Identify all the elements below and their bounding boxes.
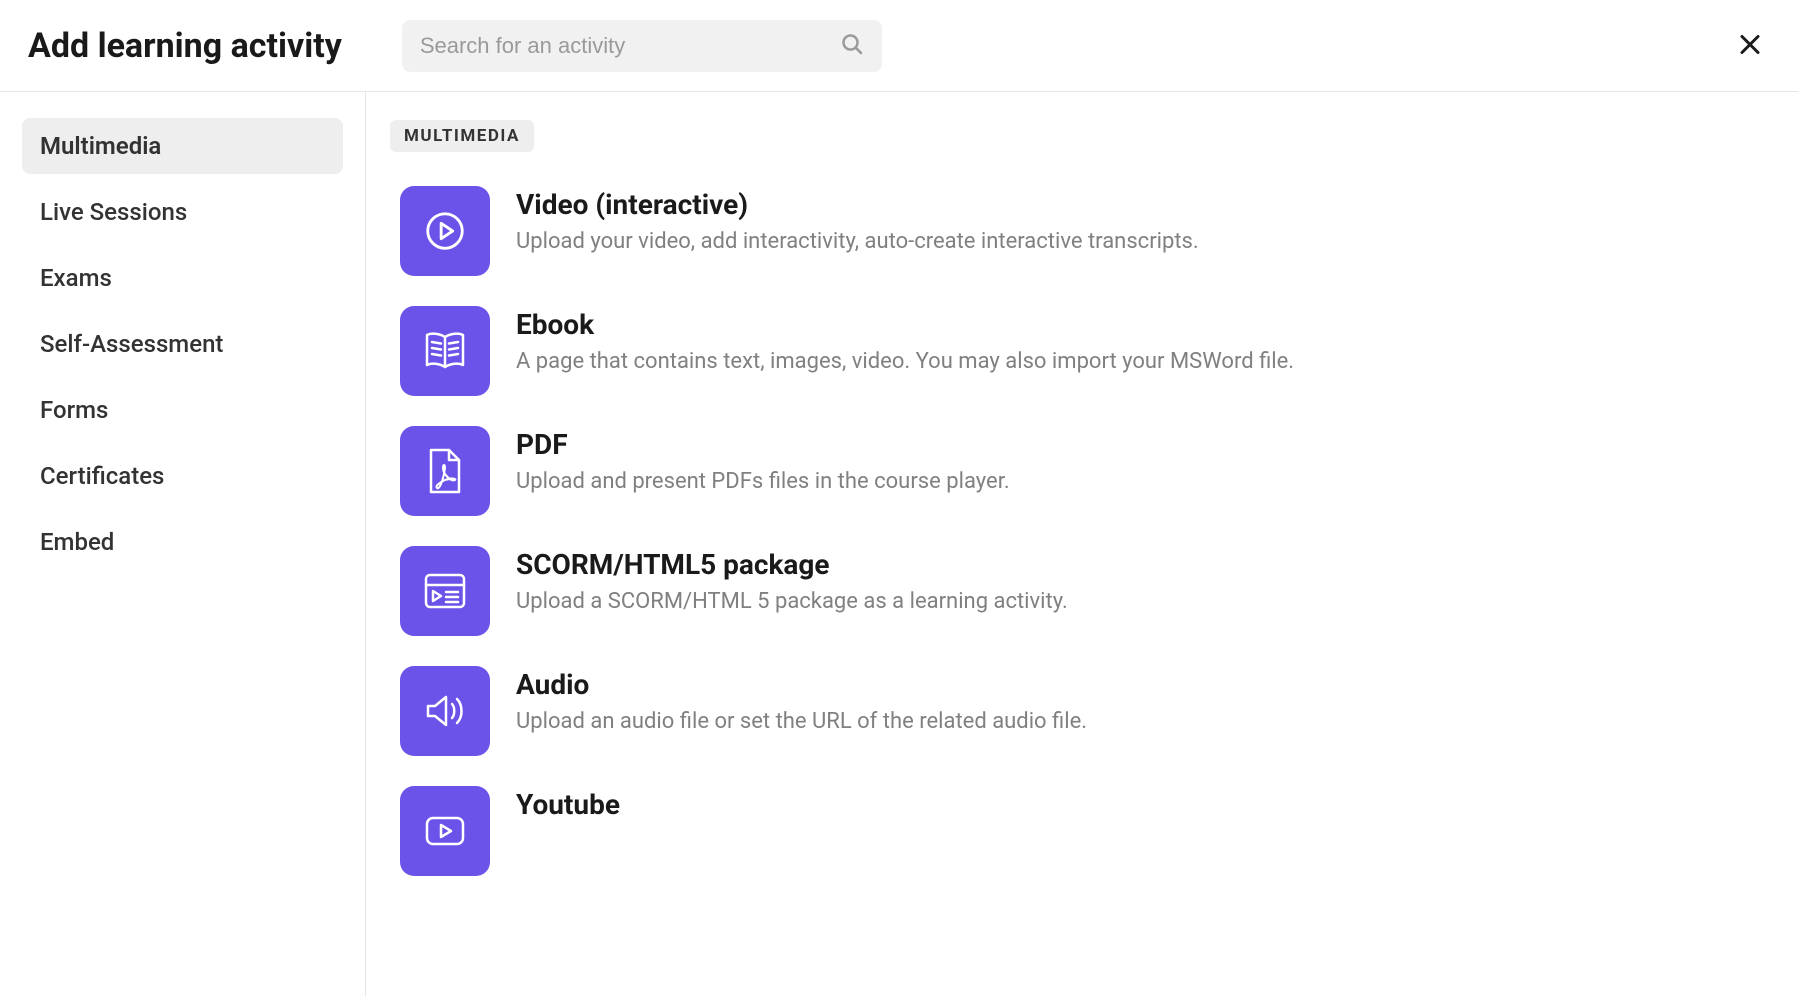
sidebar-item-label: Forms (40, 396, 108, 424)
activity-desc: Upload your video, add interactivity, au… (516, 227, 1199, 258)
sidebar-item-label: Live Sessions (40, 198, 187, 226)
sidebar-item-label: Multimedia (40, 132, 161, 160)
play-circle-icon (400, 186, 490, 276)
sidebar-item-label: Certificates (40, 462, 164, 490)
section-label: MULTIMEDIA (390, 120, 534, 152)
activity-pdf[interactable]: PDF Upload and present PDFs files in the… (390, 414, 1774, 528)
audio-icon (400, 666, 490, 756)
activity-text: PDF Upload and present PDFs files in the… (516, 426, 1010, 498)
book-icon (400, 306, 490, 396)
activity-audio[interactable]: Audio Upload an audio file or set the UR… (390, 654, 1774, 768)
youtube-icon (400, 786, 490, 876)
activity-scorm-html5[interactable]: SCORM/HTML5 package Upload a SCORM/HTML … (390, 534, 1774, 648)
activity-text: Youtube (516, 786, 620, 827)
sidebar-item-exams[interactable]: Exams (22, 250, 343, 306)
activity-text: SCORM/HTML5 package Upload a SCORM/HTML … (516, 546, 1068, 618)
close-icon (1738, 44, 1762, 59)
activity-title: Audio (516, 668, 1087, 701)
dialog-body: Multimedia Live Sessions Exams Self-Asse… (0, 92, 1798, 996)
activity-desc: A page that contains text, images, video… (516, 347, 1294, 378)
activity-desc: Upload an audio file or set the URL of t… (516, 707, 1087, 738)
activity-youtube[interactable]: Youtube (390, 774, 1774, 888)
sidebar-item-label: Embed (40, 528, 114, 556)
sidebar-item-live-sessions[interactable]: Live Sessions (22, 184, 343, 240)
sidebar-item-label: Self-Assessment (40, 330, 223, 358)
package-icon (400, 546, 490, 636)
activity-text: Video (interactive) Upload your video, a… (516, 186, 1199, 258)
activity-desc: Upload a SCORM/HTML 5 package as a learn… (516, 587, 1068, 618)
sidebar: Multimedia Live Sessions Exams Self-Asse… (0, 92, 366, 996)
dialog-header: Add learning activity (0, 0, 1798, 92)
activity-title: PDF (516, 428, 1010, 461)
activity-video-interactive[interactable]: Video (interactive) Upload your video, a… (390, 174, 1774, 288)
sidebar-item-self-assessment[interactable]: Self-Assessment (22, 316, 343, 372)
search-input[interactable] (402, 20, 882, 72)
main-content: MULTIMEDIA Video (interactive) Upload yo… (366, 92, 1798, 996)
pdf-file-icon (400, 426, 490, 516)
sidebar-item-label: Exams (40, 264, 112, 292)
dialog-title: Add learning activity (28, 26, 342, 66)
sidebar-item-embed[interactable]: Embed (22, 514, 343, 570)
activity-ebook[interactable]: Ebook A page that contains text, images,… (390, 294, 1774, 408)
activity-text: Audio Upload an audio file or set the UR… (516, 666, 1087, 738)
activity-title: Video (interactive) (516, 188, 1199, 221)
activity-title: Ebook (516, 308, 1294, 341)
search-wrap (402, 20, 882, 72)
activity-text: Ebook A page that contains text, images,… (516, 306, 1294, 378)
activity-title: SCORM/HTML5 package (516, 548, 1068, 581)
sidebar-item-certificates[interactable]: Certificates (22, 448, 343, 504)
sidebar-item-multimedia[interactable]: Multimedia (22, 118, 343, 174)
close-button[interactable] (1730, 24, 1770, 67)
sidebar-item-forms[interactable]: Forms (22, 382, 343, 438)
activity-title: Youtube (516, 788, 620, 821)
activity-desc: Upload and present PDFs files in the cou… (516, 467, 1010, 498)
